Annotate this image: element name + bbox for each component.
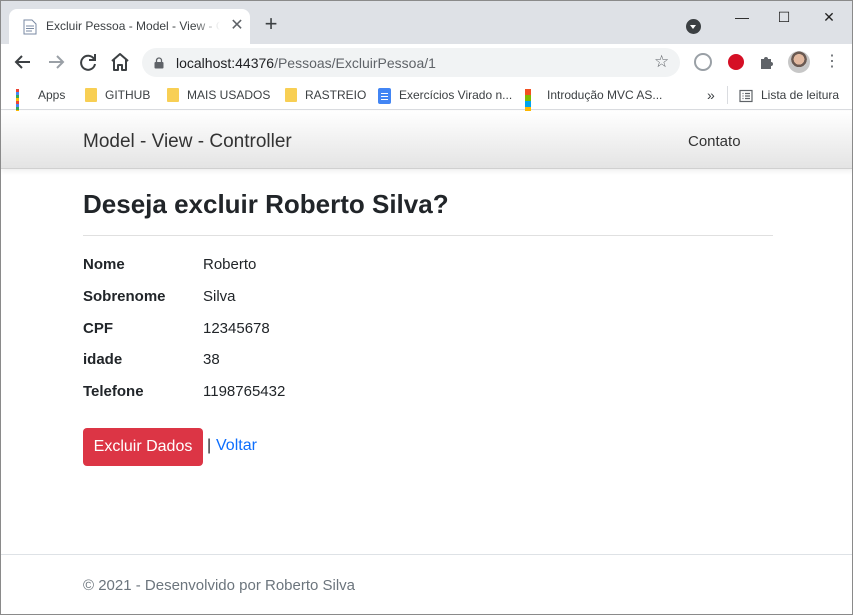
close-window-button[interactable]: ✕	[819, 7, 839, 27]
navbar-brand[interactable]: Model - View - Controller	[83, 131, 292, 153]
reading-list-button[interactable]: Lista de leitura	[739, 86, 839, 104]
action-separator: |	[207, 437, 212, 454]
folder-icon	[285, 87, 297, 102]
active-tab[interactable]: Excluir Pessoa - Model - View - Controll…	[9, 9, 250, 44]
page-favicon-icon	[23, 19, 37, 35]
page-footer: © 2021 - Desenvolvido por Roberto Silva	[1, 554, 852, 614]
address-bar[interactable]: localhost:44376/Pessoas/ExcluirPessoa/1 …	[142, 48, 680, 77]
bookmark-apps[interactable]: Apps	[16, 86, 65, 116]
tab-close-icon[interactable]: ✕	[229, 18, 245, 34]
folder-icon	[85, 87, 97, 102]
minimize-button[interactable]: —	[732, 7, 752, 27]
footer-text: © 2021 - Desenvolvido por Roberto Silva	[83, 577, 356, 594]
menu-kebab-icon[interactable]: ⋮	[824, 53, 840, 71]
back-link[interactable]: Voltar	[216, 437, 257, 455]
bookmark-star-icon[interactable]: ☆	[654, 53, 672, 71]
reading-list-icon	[739, 89, 753, 102]
detail-value: 1198765432	[203, 383, 286, 400]
nav-link-contato[interactable]: Contato	[688, 133, 741, 150]
detail-value: 38	[203, 351, 220, 368]
bookmark-mais-usados[interactable]: MAIS USADOS	[167, 86, 270, 104]
google-docs-icon	[378, 87, 391, 104]
extension-grey-icon[interactable]	[694, 53, 712, 71]
heading-divider	[83, 235, 773, 236]
page-title: Deseja excluir Roberto Silva?	[83, 189, 449, 219]
bookmarks-divider	[727, 86, 728, 104]
detail-label: Nome	[83, 256, 125, 273]
bookmark-github[interactable]: GITHUB	[85, 86, 150, 104]
lock-icon[interactable]	[154, 57, 164, 69]
bookmark-exercicios[interactable]: Exercícios Virado n...	[378, 86, 512, 104]
tab-title: Excluir Pessoa - Model - View - Controll…	[46, 19, 220, 33]
folder-icon	[167, 87, 179, 102]
bookmarks-overflow-button[interactable]: »	[707, 86, 715, 104]
detail-label: idade	[83, 351, 123, 368]
url-text[interactable]: localhost:44376/Pessoas/ExcluirPessoa/1	[176, 55, 436, 71]
extensions-puzzle-icon[interactable]	[758, 53, 776, 71]
delete-button[interactable]: Excluir Dados	[83, 428, 203, 466]
detail-label: Sobrenome	[83, 288, 166, 305]
new-tab-button[interactable]: +	[259, 13, 283, 37]
site-navbar: Model - View - Controller Contato	[1, 111, 852, 169]
mega-extension-icon[interactable]	[728, 54, 744, 70]
apps-grid-icon	[16, 88, 30, 116]
profile-avatar[interactable]	[788, 51, 810, 73]
bookmark-rastreio[interactable]: RASTREIO	[285, 86, 366, 104]
tab-strip: Excluir Pessoa - Model - View - Controll…	[1, 1, 852, 44]
tab-search-icon[interactable]	[686, 19, 701, 34]
detail-label: CPF	[83, 320, 113, 337]
back-arrow-icon[interactable]	[11, 50, 35, 74]
reload-icon[interactable]	[76, 50, 100, 74]
detail-label: Telefone	[83, 383, 144, 400]
browser-window: Excluir Pessoa - Model - View - Controll…	[0, 0, 853, 615]
detail-value: Silva	[203, 288, 236, 305]
detail-value: 12345678	[203, 320, 270, 337]
home-icon[interactable]	[108, 50, 132, 74]
forward-arrow-icon[interactable]	[44, 50, 68, 74]
browser-toolbar: localhost:44376/Pessoas/ExcluirPessoa/1 …	[1, 44, 852, 80]
bookmarks-bar: Apps GITHUB MAIS USADOS RASTREIO Exercíc…	[1, 80, 852, 116]
bookmark-introducao-mvc[interactable]: Introdução MVC AS...	[525, 86, 662, 113]
maximize-button[interactable]: ☐	[774, 7, 794, 27]
detail-value: Roberto	[203, 256, 257, 273]
microsoft-icon	[525, 88, 539, 113]
